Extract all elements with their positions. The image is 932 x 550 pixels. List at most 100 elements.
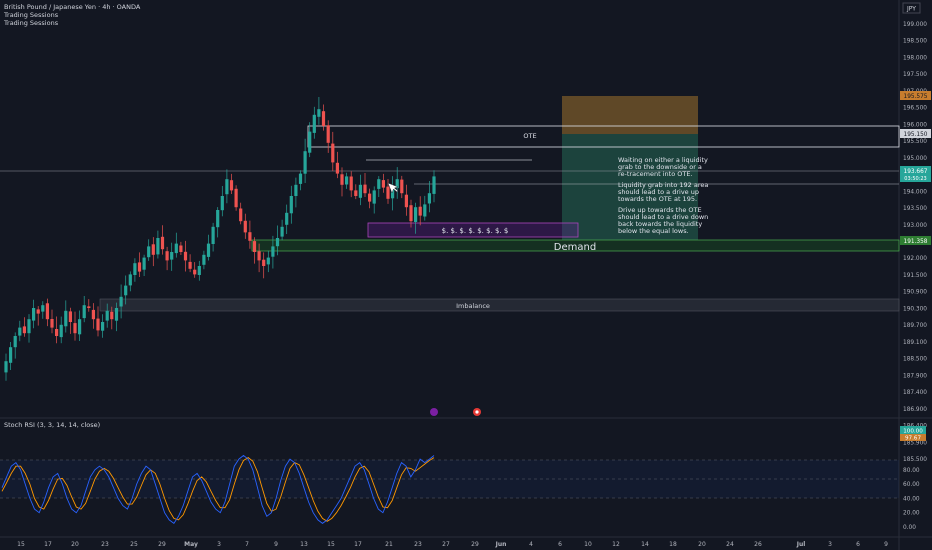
- candle-body: [105, 310, 109, 321]
- candle-body: [73, 323, 77, 334]
- candle-body: [326, 125, 330, 143]
- time-tick: Jul: [796, 541, 806, 548]
- candle-body: [156, 238, 160, 255]
- price-tick: 196.000: [903, 122, 927, 128]
- note-line: towards the OTE at 195.: [618, 195, 697, 203]
- time-axis[interactable]: 15 17 20 23 25 29 May 3 7 9 13 15 17 21 23 27 29 Jun 4 6 10 1…: [17, 541, 888, 548]
- candle-body: [239, 208, 243, 222]
- candle-body: [312, 114, 316, 133]
- price-tag-ote-text: 195.150: [904, 132, 928, 138]
- candle-body: [119, 296, 123, 307]
- candle-body: [404, 194, 408, 208]
- time-tick: 23: [414, 541, 422, 548]
- time-tick: 21: [385, 541, 393, 548]
- stoch-tag-d-text: 97.67: [905, 436, 921, 442]
- ote-label: OTE: [523, 132, 536, 140]
- candle-body: [188, 261, 192, 269]
- time-tick: 14: [641, 541, 649, 548]
- price-tick: 190.900: [903, 290, 927, 296]
- candle-body: [381, 180, 385, 188]
- candle-body: [262, 259, 266, 266]
- candle-body: [216, 210, 220, 228]
- time-tick: 13: [300, 541, 308, 548]
- candle-body: [317, 109, 321, 117]
- candle-body: [225, 179, 229, 195]
- candle-body: [321, 111, 326, 126]
- candle-body: [414, 207, 418, 222]
- candle-body: [280, 226, 284, 237]
- price-tick: 193.500: [903, 206, 927, 212]
- candle-body: [55, 329, 59, 336]
- price-tick: 197.500: [903, 72, 927, 78]
- analysis-notes: Waiting on either a liquidity grab to th…: [618, 156, 708, 235]
- candle-body: [137, 262, 142, 272]
- price-tick: 189.700: [903, 323, 927, 329]
- price-tick: 198.000: [903, 56, 927, 62]
- price-tick: 186.900: [903, 407, 927, 413]
- currency-badge[interactable]: JPY: [906, 6, 916, 13]
- candle-body: [308, 131, 312, 153]
- imbalance-zone[interactable]: [99, 298, 900, 312]
- candle-body: [133, 263, 137, 275]
- time-tick: 9: [274, 541, 278, 548]
- candle-body: [358, 184, 362, 198]
- time-tick: 29: [158, 541, 166, 548]
- candle-body: [340, 174, 344, 185]
- candle-body: [128, 274, 132, 286]
- time-tick: 4: [529, 541, 533, 548]
- candle-body: [275, 238, 280, 247]
- price-tick: 194.000: [903, 189, 927, 195]
- price-tag-current-timer: 03:50:23: [904, 176, 926, 182]
- candle-body: [151, 244, 155, 255]
- time-tick: 17: [44, 541, 52, 548]
- stoch-tag-k-text: 100.00: [903, 429, 923, 435]
- time-tick: 15: [327, 541, 335, 548]
- note-line: re-tracement into OTE.: [618, 170, 693, 178]
- event-marker-dot: [475, 410, 479, 414]
- time-tick: 27: [442, 541, 450, 548]
- candle-body: [377, 179, 381, 189]
- price-tick: 190.300: [903, 306, 927, 312]
- liquidity-dollar-marks: $. $. $. $. $. $. $. $: [442, 227, 509, 235]
- candle-body: [13, 336, 17, 348]
- candle-body: [303, 151, 307, 174]
- chart-canvas[interactable]: 199.000198.500198.000197.500197.000196.5…: [0, 0, 932, 550]
- price-tick: 198.500: [903, 39, 927, 45]
- price-tick: 193.000: [903, 223, 927, 229]
- time-tick: 24: [726, 541, 734, 548]
- candle-body: [147, 246, 151, 258]
- candle-body: [101, 322, 105, 331]
- time-tick: 10: [584, 541, 592, 548]
- time-tick: 23: [101, 541, 109, 548]
- candle-body: [354, 190, 358, 196]
- event-marker-icon[interactable]: [430, 408, 438, 416]
- candle-body: [289, 196, 293, 214]
- candle-body: [335, 162, 339, 174]
- stop-loss-zone[interactable]: [562, 96, 698, 134]
- time-tick: 7: [245, 541, 249, 548]
- price-tick: 199.000: [903, 22, 927, 28]
- candle-body: [372, 190, 376, 204]
- candle-body: [96, 318, 100, 331]
- candle-body: [220, 196, 224, 211]
- price-tag-current-text: 193.667: [904, 169, 928, 175]
- candle-body: [91, 309, 95, 320]
- candle-body: [418, 206, 422, 216]
- candle-body: [409, 205, 413, 222]
- candle-body: [45, 303, 49, 320]
- candle-body: [114, 308, 119, 321]
- stoch-tick: 60.00: [903, 482, 920, 488]
- price-tag-stop-text: 195.575: [904, 94, 928, 100]
- candle-body: [68, 311, 72, 322]
- time-tick: Jun: [495, 541, 507, 548]
- candle-body: [285, 212, 289, 225]
- stoch-rsi-label[interactable]: Stoch RSI (3, 3, 14, 14, close): [4, 421, 100, 429]
- time-tick: 6: [558, 541, 562, 548]
- candle-body: [368, 193, 372, 202]
- candle-body: [170, 252, 174, 260]
- time-tick: 18: [669, 541, 677, 548]
- candle-body: [211, 226, 215, 244]
- candle-body: [423, 204, 427, 217]
- candle-body: [110, 311, 114, 320]
- price-tick: 187.900: [903, 373, 927, 379]
